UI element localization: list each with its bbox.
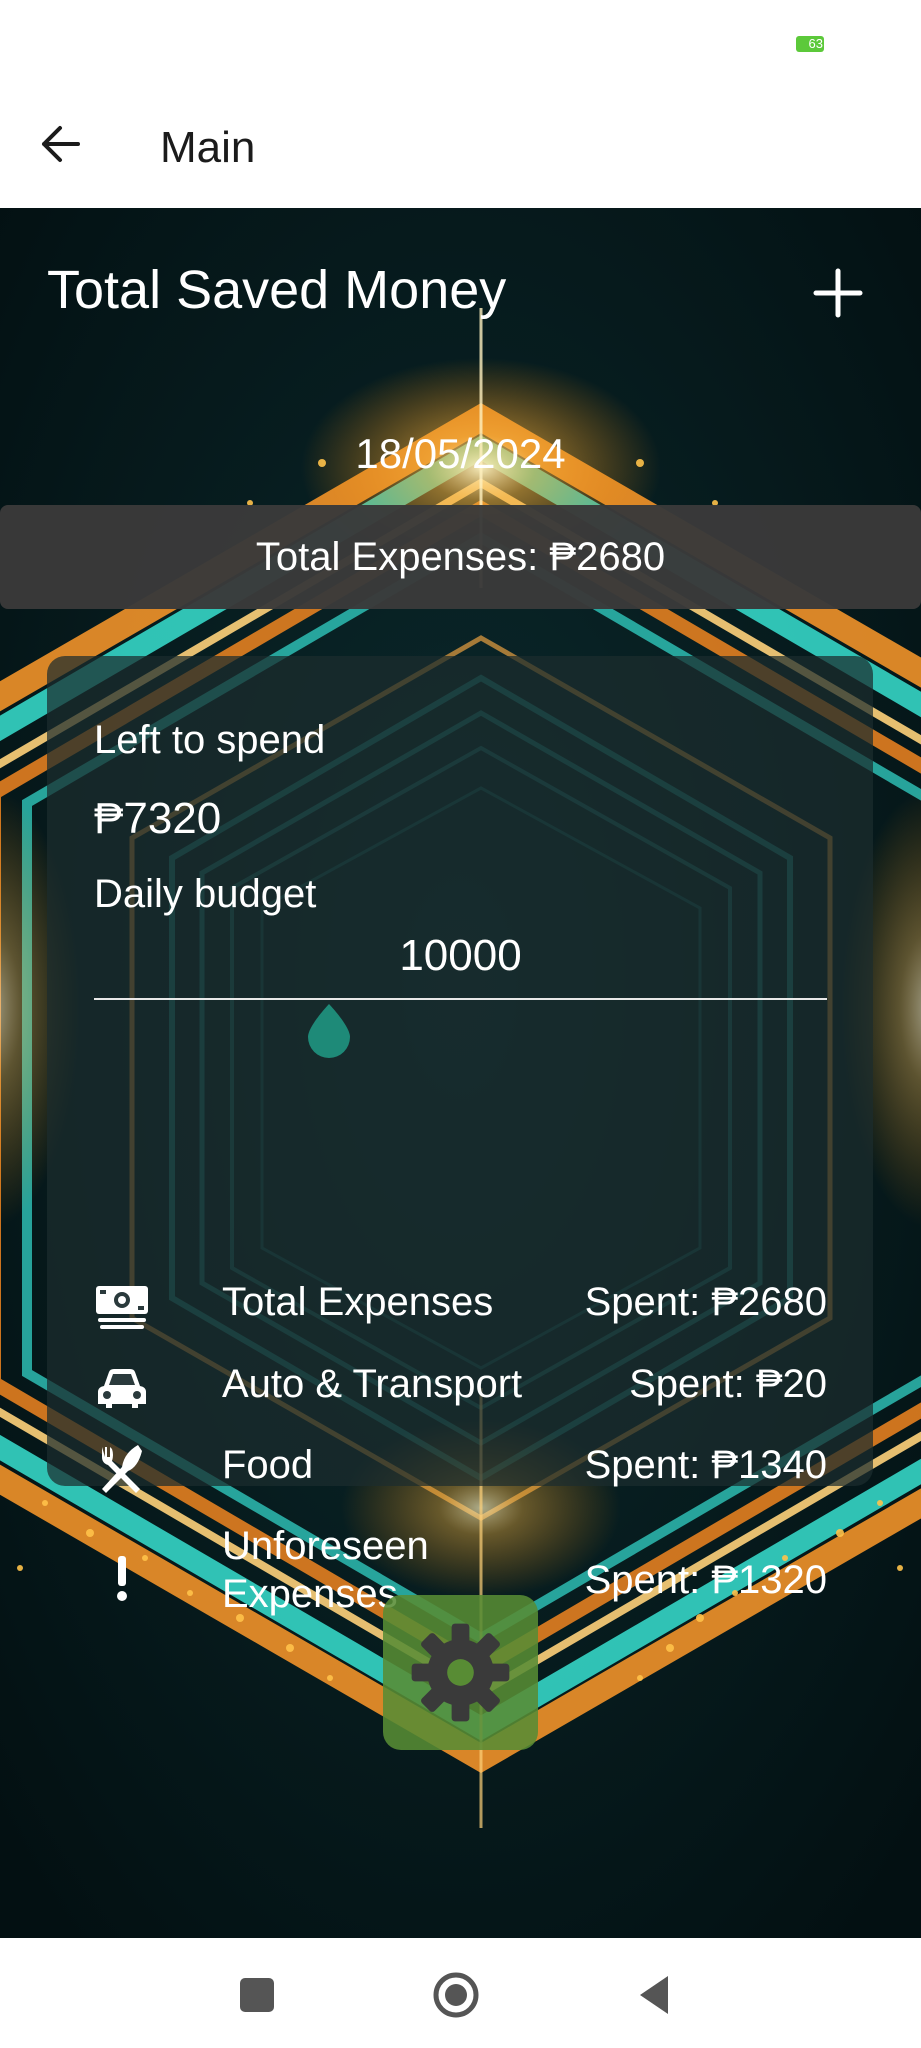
left-to-spend-label: Left to spend: [94, 718, 326, 762]
daily-budget-label: Daily budget: [94, 872, 317, 916]
add-button[interactable]: [808, 263, 868, 323]
battery-icon: 63: [796, 36, 824, 52]
gear-icon: [411, 1623, 510, 1722]
budget-slider-handle[interactable]: [306, 1002, 352, 1058]
back-button[interactable]: [30, 112, 94, 176]
plus-icon: [813, 268, 863, 318]
home-circle-icon: [433, 1972, 479, 2018]
category-name: Auto & Transport: [222, 1362, 523, 1406]
category-row-food[interactable]: Food Spent: ₱1340: [94, 1441, 874, 1511]
car-icon: [98, 1369, 146, 1408]
budget-card: Left to spend ₱7320 Daily budget 10000 T…: [47, 656, 874, 1616]
back-nav-button[interactable]: [632, 1970, 682, 2020]
category-spent: Spent: ₱20: [629, 1362, 827, 1406]
recents-square-icon: [240, 1978, 274, 2012]
total-saved-money-title: Total Saved Money: [47, 260, 507, 320]
category-name: Food: [222, 1443, 314, 1487]
left-to-spend-value: ₱7320: [94, 794, 222, 843]
page-title: Main: [160, 123, 256, 172]
fork-knife-icon: [102, 1445, 142, 1493]
exclamation-icon: [117, 1556, 127, 1601]
settings-button[interactable]: [383, 1595, 538, 1750]
recents-button[interactable]: [232, 1970, 282, 2020]
category-spent: Spent: ₱1320: [584, 1558, 827, 1602]
system-nav-bar: [0, 1938, 921, 2048]
daily-budget-underline: [94, 998, 827, 1000]
total-expenses-banner: Total Expenses: ₱2680: [0, 505, 921, 609]
money-stack-icon: [96, 1286, 148, 1329]
arrow-left-icon: [42, 126, 80, 162]
date-label[interactable]: 18/05/2024: [0, 430, 921, 478]
main-content: Total Saved Money 18/05/2024 Total Expen…: [0, 208, 921, 1938]
app-bar: Main: [0, 90, 921, 208]
category-name: Total Expenses: [222, 1280, 494, 1324]
category-spent: Spent: ₱1340: [584, 1443, 827, 1487]
category-row-auto-transport[interactable]: Auto & Transport Spent: ₱20: [94, 1360, 874, 1430]
status-bar: 63: [0, 0, 921, 90]
category-spent: Spent: ₱2680: [584, 1280, 827, 1324]
daily-budget-input[interactable]: 10000: [94, 931, 827, 981]
home-button[interactable]: [431, 1970, 481, 2020]
category-row-total-expenses[interactable]: Total Expenses Spent: ₱2680: [94, 1278, 874, 1348]
back-triangle-icon: [640, 1976, 668, 2014]
drop-handle-icon: [307, 1004, 350, 1058]
